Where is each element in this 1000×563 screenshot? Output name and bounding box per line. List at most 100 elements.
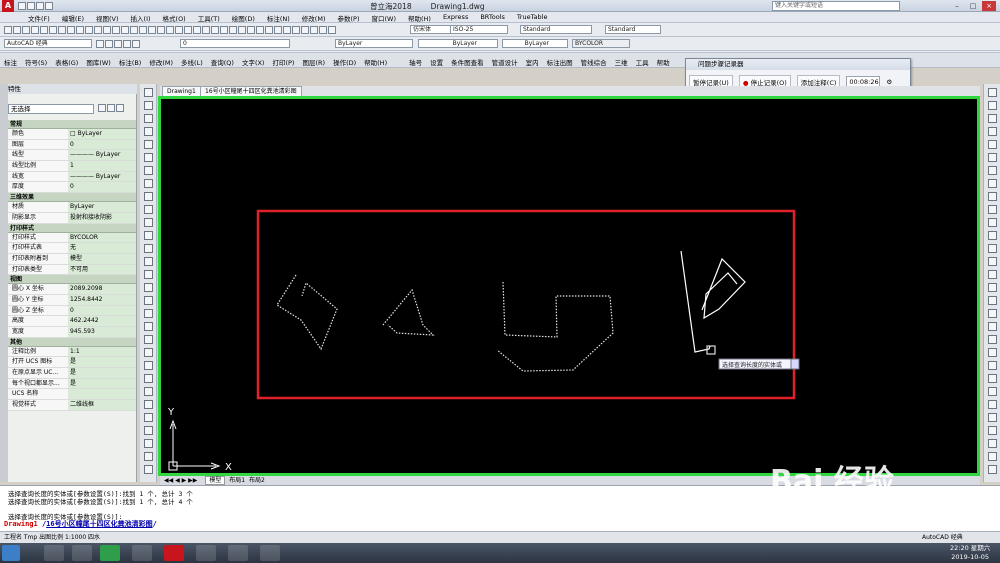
model-space-canvas[interactable]: 选择查询长度的实体或 Y X (158, 96, 980, 476)
property-value[interactable]: 无 (68, 243, 136, 253)
mleader-style-select[interactable]: Standard (605, 25, 661, 34)
tool-icon[interactable] (987, 270, 997, 279)
property-row[interactable]: 线型 ———— ByLayer (8, 150, 136, 162)
tool-icon[interactable] (143, 218, 153, 227)
polyline-shape-5[interactable] (701, 257, 746, 320)
property-value[interactable]: 模型 (68, 253, 136, 264)
plugin-menu-item[interactable]: 设置 (430, 57, 443, 67)
taskbar-clock[interactable]: 22:20 星期六 2019-10-05 (950, 544, 990, 562)
plugin-menu-item[interactable]: 条件图查看 (451, 57, 484, 67)
property-row[interactable]: 打开 UCS 图标是 (8, 357, 136, 369)
property-row[interactable]: UCS 名称 (8, 389, 136, 401)
taskbar-app[interactable] (44, 545, 64, 561)
property-row[interactable]: 每个视口都显示... 是 (8, 378, 136, 390)
property-row[interactable]: 材质 ByLayer (8, 202, 136, 213)
tool-icon[interactable] (987, 114, 997, 123)
tool-icon[interactable] (143, 179, 153, 188)
tool-icon[interactable] (987, 361, 997, 370)
status-workspace[interactable]: AutoCAD 经典 (922, 532, 963, 543)
autocad-taskbar-icon[interactable] (164, 545, 184, 561)
tool-icon[interactable] (143, 257, 153, 266)
menu-item[interactable]: 帮助(H) (408, 13, 431, 23)
property-row[interactable]: 打印表类型 不可用 (8, 264, 136, 276)
tool-icon[interactable] (143, 426, 153, 435)
property-row[interactable]: 颜色 □ ByLayer (8, 129, 136, 140)
plugin-menu-item[interactable]: 标注 (4, 57, 17, 67)
property-value[interactable]: 0 (68, 182, 136, 193)
taskbar-app[interactable] (260, 545, 280, 561)
menu-item[interactable]: 绘图(D) (232, 13, 255, 23)
tool-icon[interactable] (143, 296, 153, 305)
tool-icon[interactable] (987, 335, 997, 344)
polyline-shape-3[interactable] (496, 281, 614, 372)
layer-select[interactable]: 0 (180, 39, 290, 48)
workspace-select[interactable]: AutoCAD 经典 (4, 39, 92, 48)
plugin-menu-item[interactable]: 修改(M) (149, 57, 173, 67)
plugin-menu-item[interactable]: 文字(X) (242, 57, 265, 67)
tool-icon[interactable] (143, 452, 153, 461)
maximize-button[interactable]: □ (966, 1, 980, 11)
menu-item[interactable]: 编辑(E) (62, 13, 84, 23)
autocad-logo-icon[interactable]: A (2, 0, 14, 12)
tool-icon[interactable] (987, 192, 997, 201)
property-value[interactable]: 投射和接收阴影 (68, 212, 136, 223)
tool-icon[interactable] (143, 348, 153, 357)
plugin-menu-item[interactable]: 工具 (636, 57, 649, 67)
tool-icon[interactable] (143, 439, 153, 448)
property-row[interactable]: 宽度 945.593 (8, 327, 136, 338)
dim-style-select[interactable]: ISO-25 (450, 25, 508, 34)
search-input[interactable]: 键入关键字或短语 (772, 1, 900, 11)
menu-item[interactable]: 插入(I) (131, 13, 151, 23)
tool-icon[interactable] (987, 413, 997, 422)
plugin-menu-item[interactable]: 标注(B) (119, 57, 142, 67)
plugin-menu-item[interactable]: 符号(S) (25, 57, 47, 67)
property-section-header[interactable]: 打印样式 (8, 223, 136, 233)
tool-icon[interactable] (987, 244, 997, 253)
tool-icon[interactable] (987, 348, 997, 357)
tool-icon[interactable] (987, 387, 997, 396)
property-section-header[interactable]: 其他 (8, 337, 136, 347)
property-value[interactable]: 0 (68, 139, 136, 150)
start-button[interactable] (2, 545, 20, 561)
property-row[interactable]: 厚度 0 (8, 182, 136, 194)
tool-icon[interactable] (143, 231, 153, 240)
menu-item[interactable]: 参数(P) (337, 13, 359, 23)
plugin-menu-item[interactable]: 标注出图 (547, 57, 573, 67)
tool-icon[interactable] (987, 231, 997, 240)
property-value[interactable]: □ ByLayer (68, 129, 136, 139)
tool-icon[interactable] (143, 244, 153, 253)
property-value[interactable]: 1254.8442 (68, 294, 136, 305)
plugin-menu-item[interactable]: 帮助(H) (364, 57, 387, 67)
property-value[interactable]: 2089.2098 (68, 284, 136, 294)
taskbar-app[interactable] (132, 545, 152, 561)
menu-item[interactable]: 视图(V) (96, 13, 119, 23)
tool-icon[interactable] (987, 296, 997, 305)
tool-icon[interactable] (987, 140, 997, 149)
property-value[interactable]: ———— ByLayer (68, 150, 136, 161)
tool-icon[interactable] (987, 101, 997, 110)
plugin-menu-item[interactable]: 操作(D) (333, 57, 356, 67)
property-value[interactable]: BYCOLOR (68, 232, 136, 243)
linetype-select[interactable]: ByLayer (418, 39, 498, 48)
help-icon[interactable]: ⚙ (886, 78, 892, 86)
tool-icon[interactable] (143, 166, 153, 175)
taskbar-app[interactable] (196, 545, 216, 561)
tab-model[interactable]: 模型 (205, 476, 226, 485)
property-row[interactable]: 高度 462.2442 (8, 316, 136, 327)
menu-item[interactable]: 格式(O) (163, 13, 186, 23)
tab-septic-drawing[interactable]: 16号小区幢尾十四区化粪池清彩图 (200, 86, 302, 96)
tool-icon[interactable] (987, 322, 997, 331)
close-button[interactable]: × (982, 1, 996, 11)
tool-icon[interactable] (987, 127, 997, 136)
tool-icon[interactable] (143, 101, 153, 110)
property-section-header[interactable]: 常规 (8, 120, 136, 129)
tab-nav-arrows[interactable]: ◀◀ ◀ ▶ ▶▶ (164, 477, 197, 484)
plugin-menu-item[interactable]: 轴号 (409, 57, 422, 67)
tool-icon[interactable] (143, 153, 153, 162)
property-row[interactable]: 打印样式 BYCOLOR (8, 232, 136, 244)
tool-icon[interactable] (987, 179, 997, 188)
tool-icon[interactable] (987, 257, 997, 266)
property-value[interactable]: 0 (68, 305, 136, 316)
menu-item[interactable]: 工具(T) (198, 13, 220, 23)
tool-icon[interactable] (987, 218, 997, 227)
